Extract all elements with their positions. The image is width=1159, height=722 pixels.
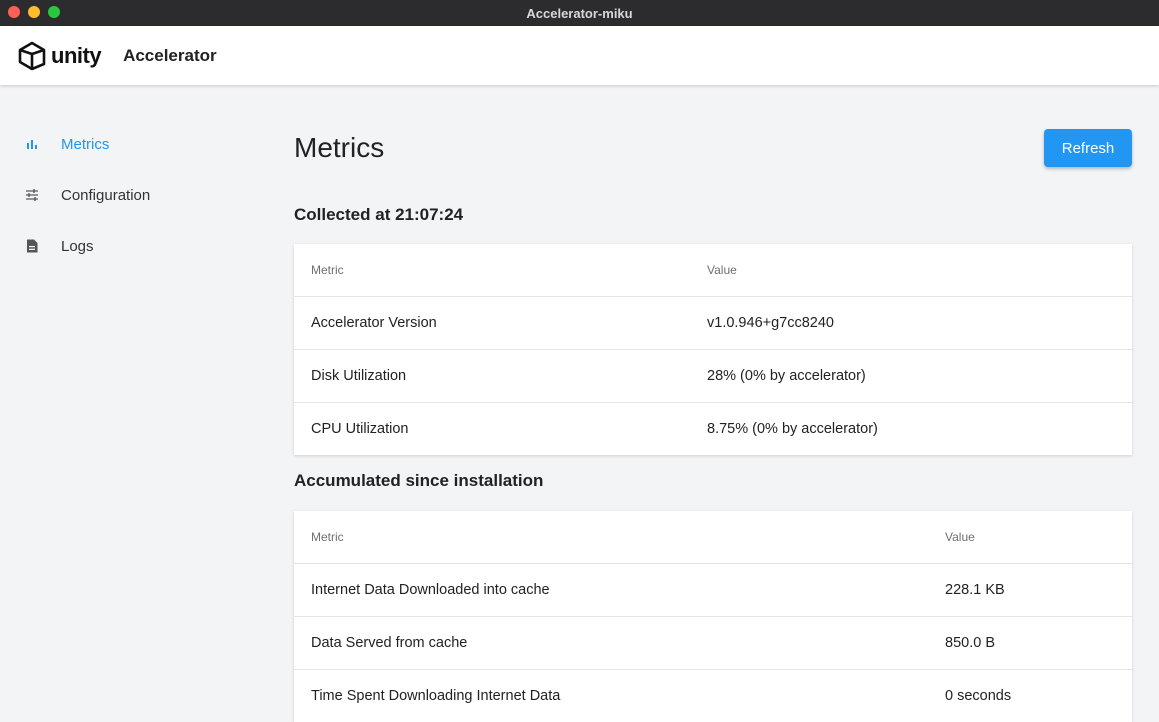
table-row: Internet Data Downloaded into cache 228.… [294,564,1132,617]
column-header-value: Value [945,530,975,544]
close-window-button[interactable] [8,6,20,18]
metric-name: CPU Utilization [311,421,409,437]
table-row: Disk Utilization 28% (0% by accelerator) [294,350,1132,403]
table-row: Accelerator Version v1.0.946+g7cc8240 [294,297,1132,350]
window-controls [8,6,60,18]
accumulated-heading: Accumulated since installation [294,471,544,490]
metric-name: Time Spent Downloading Internet Data [311,688,561,704]
metric-value: 228.1 KB [945,582,1005,598]
sliders-icon [26,189,38,201]
metric-value: v1.0.946+g7cc8240 [707,315,834,331]
metric-value: 850.0 B [945,635,995,651]
app-name: Accelerator [123,45,217,65]
collected-metrics-table: Metric Value Accelerator Version v1.0.94… [294,244,1132,455]
document-icon [27,239,38,253]
accumulated-metrics-table: Metric Value Internet Data Downloaded in… [294,511,1132,722]
metric-name: Disk Utilization [311,368,407,384]
refresh-button[interactable]: Refresh [1044,129,1132,167]
sidebar-item-label: Logs [61,237,94,255]
table-row: CPU Utilization 8.75% (0% by accelerator… [294,403,1132,455]
column-header-value: Value [707,263,737,277]
metric-value: 8.75% (0% by accelerator) [707,421,878,437]
table-row: Time Spent Downloading Internet Data 0 s… [294,670,1132,722]
bar-chart-icon [27,140,37,149]
minimize-window-button[interactable] [28,6,40,18]
sidebar-item-label: Metrics [61,135,110,153]
metric-name: Accelerator Version [311,315,437,331]
column-header-metric: Metric [311,530,344,544]
window-title: Accelerator-miku [526,5,633,21]
sidebar-item-configuration[interactable]: Configuration [0,177,240,213]
table-header-row: Metric Value [294,511,1132,564]
window-titlebar: Accelerator-miku [0,0,1159,26]
collected-heading: Collected at 21:07:24 [294,205,464,224]
sidebar-item-metrics[interactable]: Metrics [0,126,240,162]
sidebar-item-logs[interactable]: Logs [0,228,240,264]
zoom-window-button[interactable] [48,6,60,18]
page-title: Metrics [294,132,385,163]
column-header-metric: Metric [311,263,344,277]
metric-value: 0 seconds [945,688,1012,704]
metric-name: Data Served from cache [311,635,468,651]
metric-name: Internet Data Downloaded into cache [311,582,550,598]
logo-text: unity [51,42,102,68]
table-row: Data Served from cache 850.0 B [294,617,1132,670]
unity-logo-icon [18,41,46,70]
sidebar-item-label: Configuration [61,186,151,204]
metric-value: 28% (0% by accelerator) [707,368,866,384]
app-header: unity Accelerator [0,26,1159,85]
unity-logo: unity [17,41,102,71]
sidebar: Metrics Configuration Logs [0,85,270,720]
table-header-row: Metric Value [294,244,1132,297]
